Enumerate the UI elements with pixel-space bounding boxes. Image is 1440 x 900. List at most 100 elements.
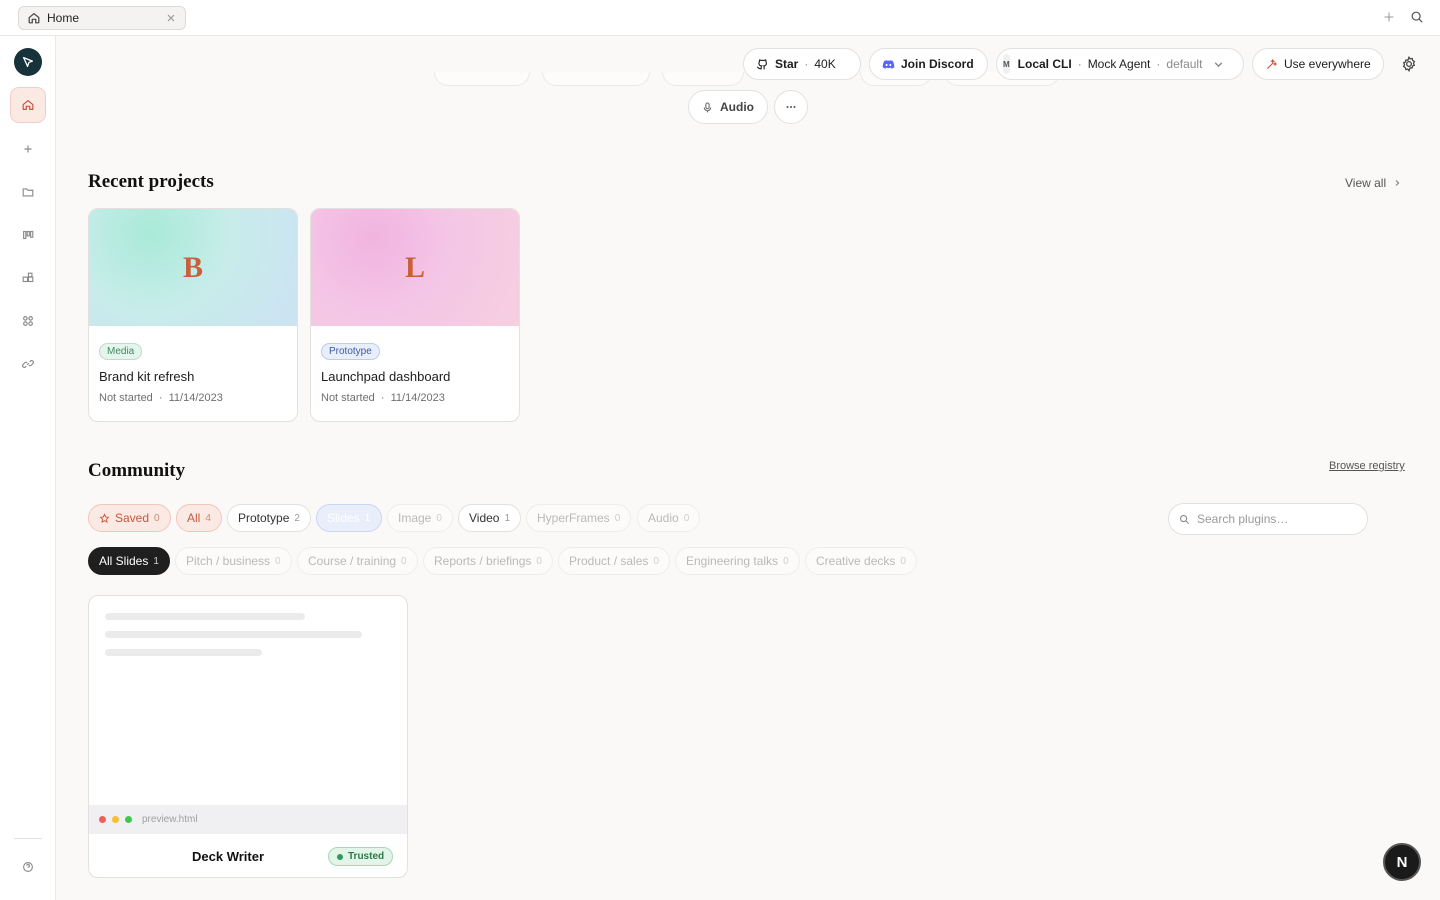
search-input[interactable] (1197, 512, 1357, 526)
subfilter-creative[interactable]: Creative decks 0 (805, 547, 917, 575)
subfilter-count: 0 (536, 555, 542, 567)
subfilter-count: 0 (275, 555, 281, 567)
project-meta: Not started · 11/14/2023 (99, 392, 297, 404)
chevron-right-icon (1395, 180, 1400, 186)
sidebar-item-new[interactable] (10, 131, 46, 167)
sidebar-item-links[interactable] (10, 346, 46, 382)
subfilter-course[interactable]: Course / training 0 (297, 547, 418, 575)
assistant-fab[interactable]: N (1383, 843, 1421, 881)
agent-mode: default (1166, 57, 1203, 71)
sidebar-item-board[interactable] (10, 217, 46, 253)
filter-count: 0 (683, 512, 690, 524)
subfilter-count: 0 (401, 555, 407, 567)
filter-video[interactable]: Video 1 (458, 504, 522, 532)
search-icon (1180, 514, 1190, 524)
filter-label: Image (398, 511, 432, 525)
more-options-button[interactable] (774, 90, 808, 124)
search-icon[interactable] (1410, 10, 1426, 26)
filter-label: Saved (115, 511, 150, 525)
project-meta: Not started · 11/14/2023 (321, 392, 519, 404)
filter-label: Prototype (238, 511, 290, 525)
subfilter-product[interactable]: Product / sales 0 (558, 547, 670, 575)
join-discord-button[interactable]: Join Discord (869, 48, 988, 80)
title-bar: Home (0, 0, 1440, 36)
github-star-button[interactable]: Star · 40K (743, 48, 861, 80)
hidden-chip (434, 72, 530, 86)
project-date: 11/14/2023 (168, 392, 223, 404)
filter-count: 1 (504, 512, 511, 524)
subfilter-count: 0 (900, 555, 906, 567)
github-icon (756, 58, 767, 69)
plugin-search[interactable] (1168, 503, 1368, 535)
home-icon (27, 11, 41, 25)
discord-icon (882, 59, 895, 69)
audio-chip[interactable]: Audio (688, 90, 768, 124)
preview-bar: preview.html (89, 805, 407, 834)
subfilter-reports[interactable]: Reports / briefings 0 (423, 547, 553, 575)
kanban-icon (23, 230, 34, 240)
browse-registry-link[interactable]: Browse registry (1329, 460, 1405, 472)
sidebar (0, 36, 56, 900)
subfilter-count: 0 (783, 555, 789, 567)
separator-dot: · (380, 392, 385, 404)
agent-selector[interactable]: M Local CLI · Mock Agent · default (996, 48, 1244, 80)
plus-icon (24, 145, 32, 153)
sidebar-item-home[interactable] (10, 87, 46, 123)
star-label: Star (775, 57, 799, 71)
agent-label: Local CLI (1017, 57, 1072, 71)
home-icon (22, 99, 34, 110)
separator-dot: · (1156, 57, 1161, 71)
new-tab-icon[interactable] (1382, 10, 1398, 26)
project-card[interactable]: L Prototype Launchpad dashboard Not star… (310, 208, 520, 422)
discord-label: Join Discord (901, 57, 974, 71)
project-status: Not started (321, 392, 375, 404)
close-icon[interactable] (165, 12, 177, 24)
separator-dot: · (158, 392, 163, 404)
filter-all[interactable]: All 4 (176, 504, 222, 532)
filter-saved[interactable]: Saved 0 (88, 504, 171, 532)
subfilter-label: Reports / briefings (434, 554, 532, 568)
subfilter-label: Creative decks (816, 554, 896, 568)
settings-gear-icon[interactable] (1398, 53, 1420, 75)
window-dot-red (99, 816, 106, 823)
use-everywhere-button[interactable]: Use everywhere (1252, 48, 1384, 80)
filter-label: Video (469, 511, 500, 525)
subfilter-label: Course / training (308, 554, 397, 568)
sidebar-item-help[interactable] (10, 849, 46, 885)
filter-label: Slides (327, 511, 360, 525)
project-thumbnail: B (89, 209, 297, 326)
subfilter-pitch[interactable]: Pitch / business 0 (175, 547, 292, 575)
grid-icon (23, 316, 33, 326)
subfilter-all-slides[interactable]: All Slides 1 (88, 547, 170, 575)
filter-image[interactable]: Image 0 (387, 504, 453, 532)
filter-prototype[interactable]: Prototype 2 (227, 504, 311, 532)
project-type-badge: Prototype (321, 343, 380, 360)
trusted-badge: Trusted (328, 847, 394, 866)
filter-slides[interactable]: Slides 1 (316, 504, 382, 532)
agent-name: Mock Agent (1087, 57, 1151, 71)
sidebar-divider (14, 838, 42, 839)
plugin-card[interactable]: preview.html Deck Writer Trusted (88, 595, 408, 878)
help-icon (23, 862, 33, 872)
chevron-down-icon (1212, 58, 1231, 71)
folder-icon (22, 188, 34, 197)
tab-home[interactable]: Home (18, 6, 186, 30)
puzzle-icon (22, 272, 34, 283)
project-date: 11/14/2023 (390, 392, 445, 404)
filter-label: Audio (648, 511, 679, 525)
audio-label: Audio (720, 100, 754, 114)
separator-dot: · (804, 57, 809, 71)
project-type-badge: Media (99, 343, 143, 360)
subfilter-count: 0 (653, 555, 659, 567)
app-logo[interactable] (14, 48, 42, 76)
hidden-chip (662, 72, 744, 86)
subfilter-engineering[interactable]: Engineering talks 0 (675, 547, 800, 575)
project-name: Launchpad dashboard (321, 369, 451, 384)
project-card[interactable]: B Media Brand kit refresh Not started · … (88, 208, 298, 422)
sidebar-item-projects[interactable] (10, 174, 46, 210)
filter-hyperframes[interactable]: HyperFrames 0 (526, 504, 632, 532)
view-all-link[interactable]: View all (1345, 176, 1402, 190)
sidebar-item-plugins[interactable] (10, 260, 46, 296)
sidebar-item-apps[interactable] (10, 303, 46, 339)
filter-audio[interactable]: Audio 0 (637, 504, 701, 532)
